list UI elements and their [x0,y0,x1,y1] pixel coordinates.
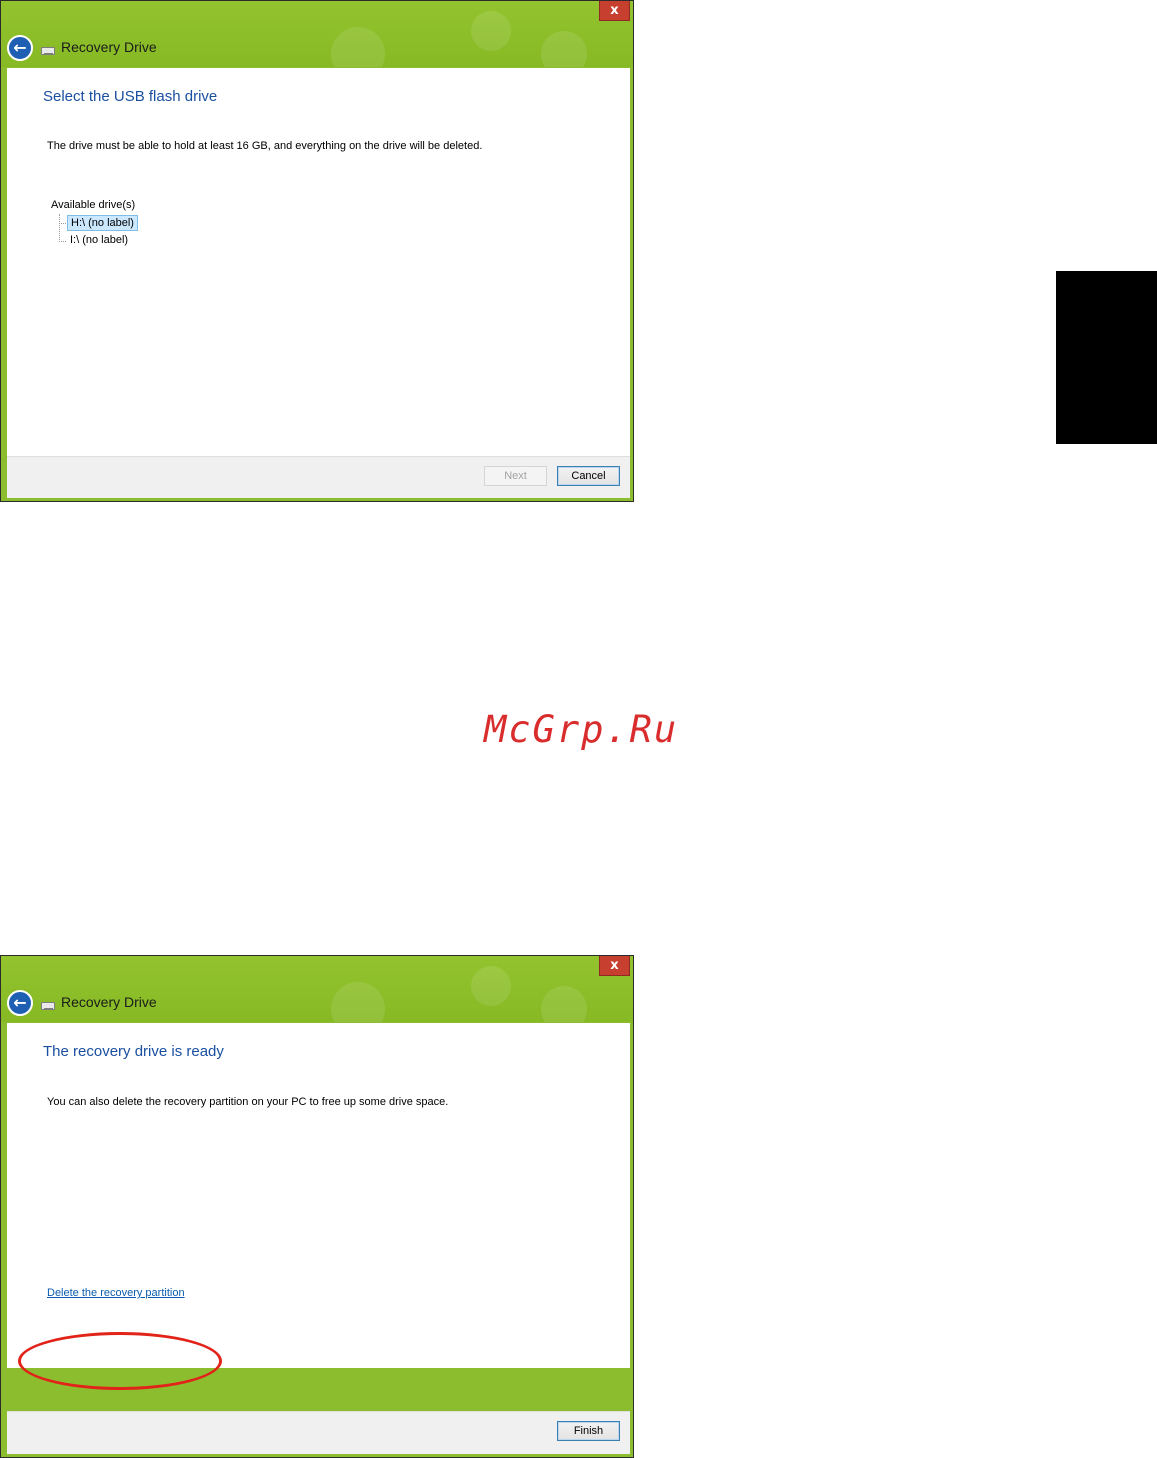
back-arrow-icon: ← [13,38,27,57]
recovery-drive-window-select: x ← Recovery Drive Select the USB flash … [0,0,634,502]
available-drives-label: Available drive(s) [51,199,136,211]
drive-icon [41,47,55,55]
button-bar: Finish [7,1411,630,1454]
page-side-tab [1056,271,1157,444]
background-decoration [471,11,511,51]
button-bar: Next Cancel [7,456,630,498]
background-decoration [331,982,385,1022]
finish-button[interactable]: Finish [557,1421,620,1441]
window-title: Recovery Drive [61,39,157,55]
drive-item-h[interactable]: H:\ (no label) [67,215,138,231]
background-decoration [541,31,587,67]
background-decoration [541,986,587,1022]
content-area: The recovery drive is ready You can also… [7,1023,630,1368]
back-button[interactable]: ← [7,990,33,1016]
back-arrow-icon: ← [13,993,27,1012]
close-icon: x [610,3,619,18]
close-icon: x [610,958,619,973]
tree-connector [59,241,66,242]
background-decoration [471,966,511,1006]
title-bar: x ← Recovery Drive [1,1,633,67]
description-text: The drive must be able to hold at least … [47,140,483,152]
drive-item-i[interactable]: I:\ (no label) [67,233,131,247]
tree-connector [59,223,66,224]
content-area: Select the USB flash drive The drive mus… [7,68,630,458]
back-button[interactable]: ← [7,35,33,61]
next-button[interactable]: Next [484,466,547,486]
tree-connector [59,214,60,242]
page-heading: The recovery drive is ready [43,1043,224,1060]
cancel-button[interactable]: Cancel [557,466,620,486]
title-bar: x ← Recovery Drive [1,956,633,1022]
close-button[interactable]: x [599,956,630,976]
background-decoration [331,27,385,67]
page-heading: Select the USB flash drive [43,88,218,105]
window-title: Recovery Drive [61,994,157,1010]
close-button[interactable]: x [599,1,630,21]
drive-icon [41,1002,55,1010]
annotation-ellipse [18,1332,222,1390]
description-text: You can also delete the recovery partiti… [47,1096,449,1108]
delete-recovery-partition-link[interactable]: Delete the recovery partition [47,1287,185,1299]
watermark-text: McGrp.Ru [484,708,679,751]
